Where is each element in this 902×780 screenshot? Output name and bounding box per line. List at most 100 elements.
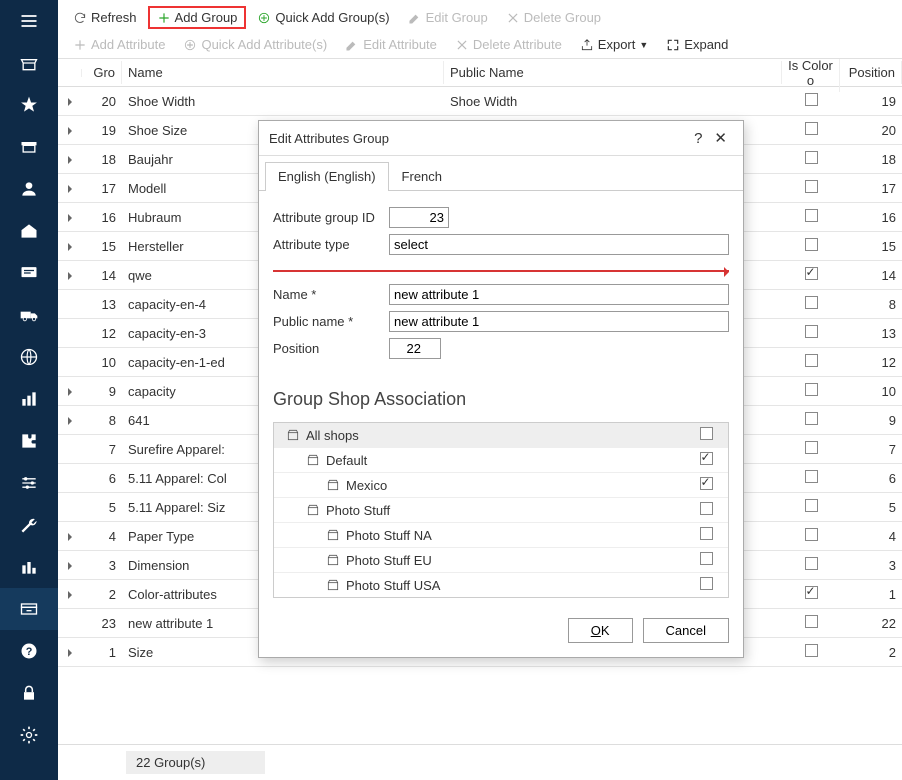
expand-chevron-icon[interactable] (58, 210, 82, 225)
expand-chevron-icon[interactable] (58, 529, 82, 544)
col-name[interactable]: Name (122, 61, 444, 84)
cell-id: 15 (82, 239, 122, 254)
shop-checkbox[interactable] (692, 552, 720, 568)
expand-chevron-icon[interactable] (58, 152, 82, 167)
expand-chevron-icon[interactable] (58, 123, 82, 138)
shop-row[interactable]: Photo Stuff USA (274, 573, 728, 597)
cell-iscolor[interactable] (782, 296, 840, 312)
wrench-icon[interactable] (0, 504, 58, 546)
puzzle-icon[interactable] (0, 420, 58, 462)
shop-row[interactable]: All shops (274, 423, 728, 448)
cell-id: 10 (82, 355, 122, 370)
cell-iscolor[interactable] (782, 93, 840, 109)
cell-iscolor[interactable] (782, 441, 840, 457)
shop-checkbox[interactable] (692, 427, 720, 443)
cell-position: 18 (840, 152, 902, 167)
expand-chevron-icon[interactable] (58, 645, 82, 660)
gear-icon[interactable] (0, 714, 58, 756)
expand-chevron-icon[interactable] (58, 239, 82, 254)
cell-iscolor[interactable] (782, 528, 840, 544)
cell-iscolor[interactable] (782, 586, 840, 602)
archive-icon[interactable] (0, 126, 58, 168)
expand-chevron-icon[interactable] (58, 558, 82, 573)
expand-chevron-icon[interactable] (58, 268, 82, 283)
sliders-icon[interactable] (0, 462, 58, 504)
expand-label: Expand (684, 37, 728, 52)
cell-iscolor[interactable] (782, 325, 840, 341)
cell-iscolor[interactable] (782, 354, 840, 370)
chart2-icon[interactable] (0, 546, 58, 588)
expand-chevron-icon[interactable] (58, 181, 82, 196)
cell-position: 13 (840, 326, 902, 341)
refresh-button[interactable]: Refresh (66, 6, 144, 29)
export-button[interactable]: Export ▼ (573, 33, 656, 56)
cell-iscolor[interactable] (782, 470, 840, 486)
table-row[interactable]: 20Shoe WidthShoe Width19 (58, 87, 902, 116)
col-public[interactable]: Public Name (444, 61, 782, 84)
cell-iscolor[interactable] (782, 151, 840, 167)
chat-icon[interactable] (0, 252, 58, 294)
chart-icon[interactable] (0, 378, 58, 420)
cell-id: 5 (82, 500, 122, 515)
tab-french[interactable]: French (389, 162, 455, 190)
ok-button[interactable]: OK (568, 618, 633, 643)
cell-iscolor[interactable] (782, 267, 840, 283)
cell-position: 8 (840, 297, 902, 312)
col-gro[interactable]: Gro (82, 61, 122, 84)
shop-row[interactable]: Photo Stuff EU (274, 548, 728, 573)
shop-row[interactable]: Default (274, 448, 728, 473)
cell-iscolor[interactable] (782, 122, 840, 138)
lock-icon[interactable] (0, 672, 58, 714)
dialog-close-icon[interactable]: ✕ (708, 129, 733, 147)
grid-footer: 22 Group(s) (58, 744, 902, 780)
tab-english[interactable]: English (English) (265, 162, 389, 191)
shop-checkbox[interactable] (692, 502, 720, 518)
store-icon[interactable] (0, 42, 58, 84)
cell-iscolor[interactable] (782, 644, 840, 660)
user-icon[interactable] (0, 168, 58, 210)
home-icon[interactable] (0, 210, 58, 252)
cell-iscolor[interactable] (782, 412, 840, 428)
shop-row[interactable]: Photo Stuff NA (274, 523, 728, 548)
cell-id: 2 (82, 587, 122, 602)
help-icon[interactable]: ? (0, 630, 58, 672)
expand-button[interactable]: Expand (659, 33, 735, 56)
dialog-help-icon[interactable]: ? (688, 130, 708, 147)
shop-row[interactable]: Photo Stuff (274, 498, 728, 523)
menu-icon[interactable] (0, 0, 58, 42)
expand-chevron-icon[interactable] (58, 587, 82, 602)
expand-chevron-icon[interactable] (58, 384, 82, 399)
shop-checkbox[interactable] (692, 527, 720, 543)
cell-iscolor[interactable] (782, 499, 840, 515)
col-iscolor[interactable]: Is Color o (782, 59, 840, 92)
select-attr-type[interactable]: select (389, 234, 729, 255)
shop-checkbox[interactable] (692, 452, 720, 468)
globe-icon[interactable] (0, 336, 58, 378)
cell-position: 20 (840, 123, 902, 138)
expand-chevron-icon[interactable] (58, 413, 82, 428)
input-name[interactable] (389, 284, 729, 305)
drawer-icon[interactable] (0, 588, 58, 630)
cell-iscolor[interactable] (782, 209, 840, 225)
cancel-button[interactable]: Cancel (643, 618, 729, 643)
star-icon[interactable] (0, 84, 58, 126)
truck-icon[interactable] (0, 294, 58, 336)
cell-iscolor[interactable] (782, 238, 840, 254)
shop-row[interactable]: Mexico (274, 473, 728, 498)
input-public-name[interactable] (389, 311, 729, 332)
cell-iscolor[interactable] (782, 615, 840, 631)
add-group-button[interactable]: Add Group (148, 6, 247, 29)
shop-label-text: Photo Stuff EU (346, 553, 432, 568)
shop-checkbox[interactable] (692, 477, 720, 493)
cell-iscolor[interactable] (782, 383, 840, 399)
shop-icon (326, 553, 340, 567)
input-attr-group-id[interactable] (389, 207, 449, 228)
input-position[interactable] (389, 338, 441, 359)
cell-iscolor[interactable] (782, 180, 840, 196)
expand-chevron-icon[interactable] (58, 94, 82, 109)
shop-checkbox[interactable] (692, 577, 720, 593)
col-position[interactable]: Position (840, 61, 902, 84)
main: Refresh Add Group Quick Add Group(s) Edi… (58, 0, 902, 780)
quick-add-groups-button[interactable]: Quick Add Group(s) (250, 6, 396, 29)
cell-iscolor[interactable] (782, 557, 840, 573)
